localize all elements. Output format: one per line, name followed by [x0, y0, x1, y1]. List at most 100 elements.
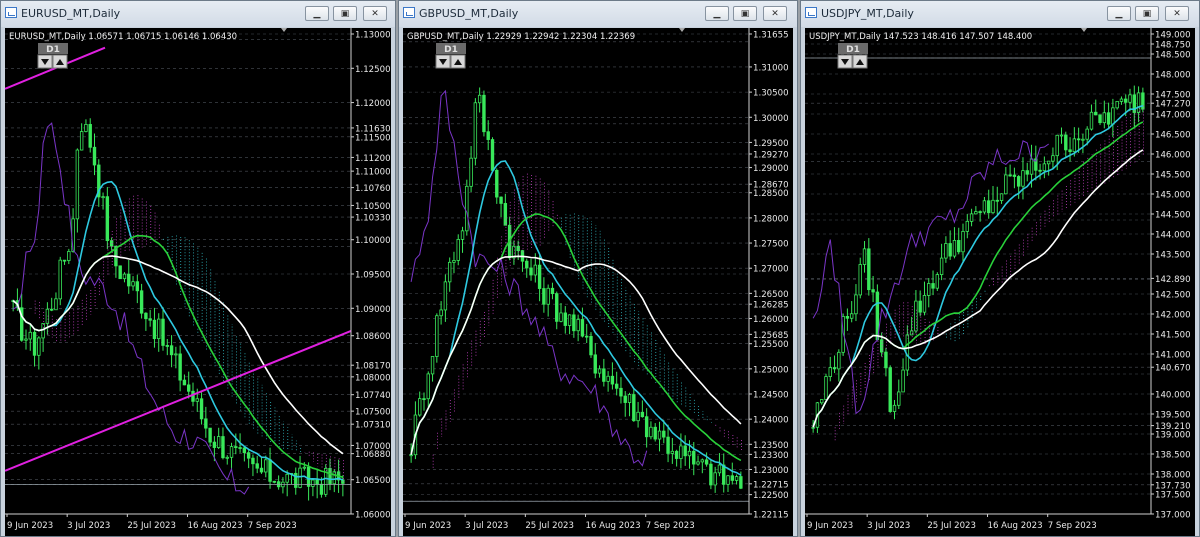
candle-body	[1124, 98, 1128, 103]
candle-body	[426, 373, 430, 400]
chart-window-gbpusd[interactable]: GBPUSD_MT,Daily ▁ ▣ ✕ 1.31655 1.31000 1.30…	[398, 0, 798, 537]
price-tick-label: 147.270	[1155, 100, 1191, 110]
candle-body	[1115, 101, 1119, 109]
price-tick-label: 1.23000	[753, 466, 789, 476]
candle-body	[1128, 94, 1132, 103]
candle-body	[627, 394, 632, 403]
chart-background	[403, 28, 793, 536]
minimize-icon: ▁	[1115, 9, 1123, 19]
candle-body	[268, 459, 272, 482]
candle-body	[499, 196, 503, 204]
candle-body	[148, 318, 152, 321]
price-tick-label: 1.23300	[753, 451, 789, 461]
candle-body	[332, 471, 336, 485]
candle-body	[580, 319, 585, 337]
candle-body	[152, 319, 157, 340]
maximize-button[interactable]: ▣	[1135, 6, 1159, 21]
price-tick-label: 1.27000	[753, 265, 789, 275]
chart-svg: 1.130001.125001.120001.116301.115001.112…	[5, 28, 391, 536]
candle-body	[572, 314, 576, 332]
chart-plot[interactable]: 1.31655 1.31000 1.30500 1.30000 1.29500 1.292…	[403, 28, 793, 536]
price-axis-labels: 1.130001.125001.120001.116301.115001.112…	[351, 31, 391, 521]
candle-body	[576, 319, 580, 332]
candle-body	[1119, 98, 1124, 102]
candle-body	[602, 368, 606, 382]
candle-body	[447, 261, 452, 283]
minimize-button[interactable]: ▁	[705, 6, 729, 21]
candle-body	[849, 313, 854, 319]
price-tick-label: 1.08000	[355, 373, 391, 383]
candle-body	[739, 476, 743, 489]
candle-body	[319, 483, 324, 495]
candle-body	[730, 475, 734, 481]
candle-body	[1042, 163, 1047, 172]
candle-body	[525, 260, 529, 269]
price-tick-label: 142.890	[1155, 275, 1191, 285]
candle-body	[542, 288, 546, 305]
candle-body	[845, 316, 850, 319]
maximize-button[interactable]: ▣	[333, 6, 357, 21]
candle-body	[563, 312, 567, 326]
price-tick-label: 1.10760	[355, 184, 391, 194]
close-button[interactable]: ✕	[363, 6, 387, 21]
minimize-button[interactable]: ▁	[305, 6, 329, 21]
price-tick-label: 1.30000	[753, 114, 789, 124]
candle-body	[443, 281, 448, 311]
candle-body	[58, 259, 62, 300]
chart-window-eurusd[interactable]: EURUSD_MT,Daily ▁ ▣ ✕ 1.13000 1.12500 1.12…	[0, 0, 396, 537]
candle-body	[1064, 134, 1068, 151]
candle-body	[430, 356, 435, 375]
candle-body	[1089, 111, 1094, 130]
price-tick-label: 148.500	[1155, 51, 1191, 61]
candle-body	[713, 472, 717, 486]
candle-body	[311, 479, 315, 487]
close-button[interactable]: ✕	[763, 6, 787, 21]
minimize-button[interactable]: ▁	[1107, 6, 1131, 21]
title-bar[interactable]: USDJPY_MT,Daily ▁ ▣ ✕	[801, 1, 1199, 27]
candle-body	[837, 351, 841, 370]
candle-body	[490, 139, 495, 171]
candle-body	[422, 398, 426, 401]
price-tick-label: 1.08600	[355, 332, 391, 342]
close-button[interactable]: ✕	[1165, 6, 1189, 21]
maximize-button[interactable]: ▣	[733, 6, 757, 21]
candle-body	[679, 445, 683, 459]
candle-body	[178, 353, 182, 381]
price-tick-label: 141.500	[1155, 331, 1191, 341]
candle-body	[944, 243, 948, 259]
price-tick-label: 1.31000	[753, 63, 789, 73]
candle-body	[696, 461, 700, 465]
candle-body	[636, 411, 640, 422]
candle-body	[952, 240, 957, 257]
price-tick-label: 1.08170	[355, 362, 391, 372]
candle-body	[234, 446, 238, 448]
candle-body	[477, 94, 482, 104]
price-tick-label: 138.500	[1155, 451, 1191, 461]
date-tick-label: 9 Jun 2023	[405, 521, 451, 531]
price-tick-label: 1.09000	[355, 305, 391, 315]
minimize-icon: ▁	[313, 9, 321, 19]
candle-body	[704, 459, 709, 465]
chart-plot[interactable]: 1.13000 1.12500 1.12000 1.11630 1.11500 1.112…	[5, 28, 391, 536]
title-bar[interactable]: GBPUSD_MT,Daily ▁ ▣ ✕	[399, 1, 797, 27]
title-bar[interactable]: EURUSD_MT,Daily ▁ ▣ ✕	[1, 1, 395, 27]
price-tick-label: 1.12500	[355, 65, 391, 75]
candle-body	[144, 312, 148, 320]
price-tick-label: 140.000	[1155, 391, 1191, 401]
chart-plot[interactable]: 149.000 148.750 148.500 148.000 147.500 147.2…	[805, 28, 1195, 536]
candle-body	[229, 446, 234, 458]
date-tick-label: 9 Jun 2023	[7, 521, 53, 531]
candle-body	[606, 375, 610, 382]
chart-window-usdjpy[interactable]: USDJPY_MT,Daily ▁ ▣ ✕ 149.000 148.750 148.…	[800, 0, 1200, 537]
price-tick-label: 1.06500	[355, 476, 391, 486]
price-tick-label: 148.000	[1155, 71, 1191, 81]
candle-body	[135, 281, 140, 292]
price-tick-label: 1.25000	[753, 365, 789, 375]
date-tick-label: 25 Jul 2023	[927, 521, 976, 531]
price-tick-label: 141.000	[1155, 351, 1191, 361]
date-tick-label: 7 Sep 2023	[646, 521, 695, 531]
price-tick-label: 1.22115	[753, 511, 789, 521]
candle-body	[1076, 138, 1081, 141]
date-tick-label: 7 Sep 2023	[248, 521, 297, 531]
candle-body	[884, 351, 888, 369]
